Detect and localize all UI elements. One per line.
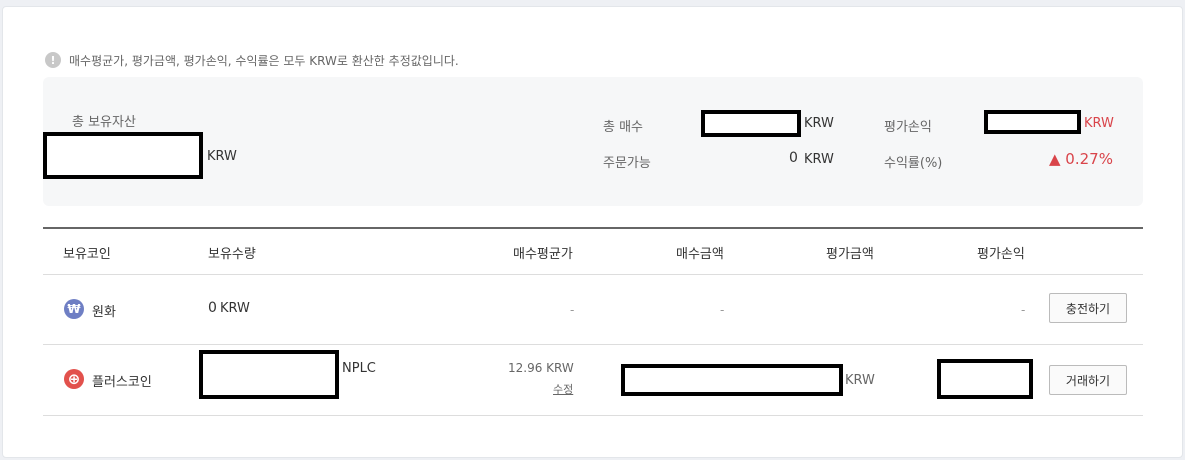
header-eval-amount: 평가금액 [826, 247, 874, 262]
qty-unit: KRW [220, 301, 250, 316]
pnl-redacted [984, 110, 1081, 134]
available-label: 주문가능 [603, 156, 651, 171]
eval-unit: KRW [845, 373, 875, 388]
notice-text: 매수평균가, 평가금액, 평가손익, 수익률은 모두 KRW로 환산한 추정값입… [69, 53, 459, 68]
header-avg-price: 매수평균가 [513, 247, 573, 262]
total-assets-label: 총 보유자산 [72, 115, 136, 130]
total-buy-unit: KRW [804, 116, 834, 131]
return-value: ▲ 0.27% [1049, 150, 1113, 168]
avg-price: - [570, 303, 575, 317]
coin-name: 원화 [92, 305, 116, 320]
header-coin: 보유코인 [63, 247, 111, 262]
header-pnl: 평가손익 [977, 247, 1025, 262]
available-unit: KRW [804, 152, 834, 167]
qty-value: 0 [208, 300, 217, 316]
total-buy-redacted [701, 110, 801, 137]
qty-redacted [199, 350, 339, 399]
plus-coin-icon: ⊕ [64, 369, 84, 389]
exclamation-icon: ! [45, 52, 61, 68]
available-value: 0 [789, 150, 798, 166]
deposit-button[interactable]: 충전하기 [1049, 293, 1127, 323]
notice: ! 매수평균가, 평가금액, 평가손익, 수익률은 모두 KRW로 환산한 추정… [45, 51, 459, 69]
trade-button[interactable]: 거래하기 [1049, 365, 1127, 395]
won-icon: ₩ [64, 299, 84, 319]
pnl-value: - [1021, 303, 1026, 317]
table-header: 보유코인 보유수량 매수평균가 매수금액 평가금액 평가손익 [43, 227, 1143, 275]
buy-amount: - [720, 303, 725, 317]
pnl-unit: KRW [1084, 116, 1114, 131]
header-qty: 보유수량 [208, 247, 256, 262]
avg-price-edit-link[interactable]: 수정 [553, 381, 573, 397]
table-row: ₩ 원화 0 KRW - - - 충전하기 [43, 273, 1143, 345]
total-buy-label: 총 매수 [603, 120, 644, 135]
pnl-label: 평가손익 [884, 120, 932, 135]
pnl-redacted [937, 359, 1033, 399]
table-row: ⊕ 플러스코인 NPLC 12.96 KRW 수정 KRW 거래하기 [43, 345, 1143, 416]
total-assets-redacted [43, 132, 203, 179]
amount-redacted [621, 364, 843, 396]
header-buy-amount: 매수금액 [676, 247, 724, 262]
coin-name: 플러스코인 [92, 375, 152, 390]
summary-panel: 총 보유자산 KRW 총 매수 KRW 주문가능 0 KRW 평가손익 KRW … [43, 77, 1143, 206]
return-label: 수익률(%) [884, 156, 943, 171]
qty-unit: NPLC [342, 361, 376, 376]
avg-price: 12.96 KRW [508, 361, 574, 375]
total-assets-unit: KRW [207, 149, 237, 164]
